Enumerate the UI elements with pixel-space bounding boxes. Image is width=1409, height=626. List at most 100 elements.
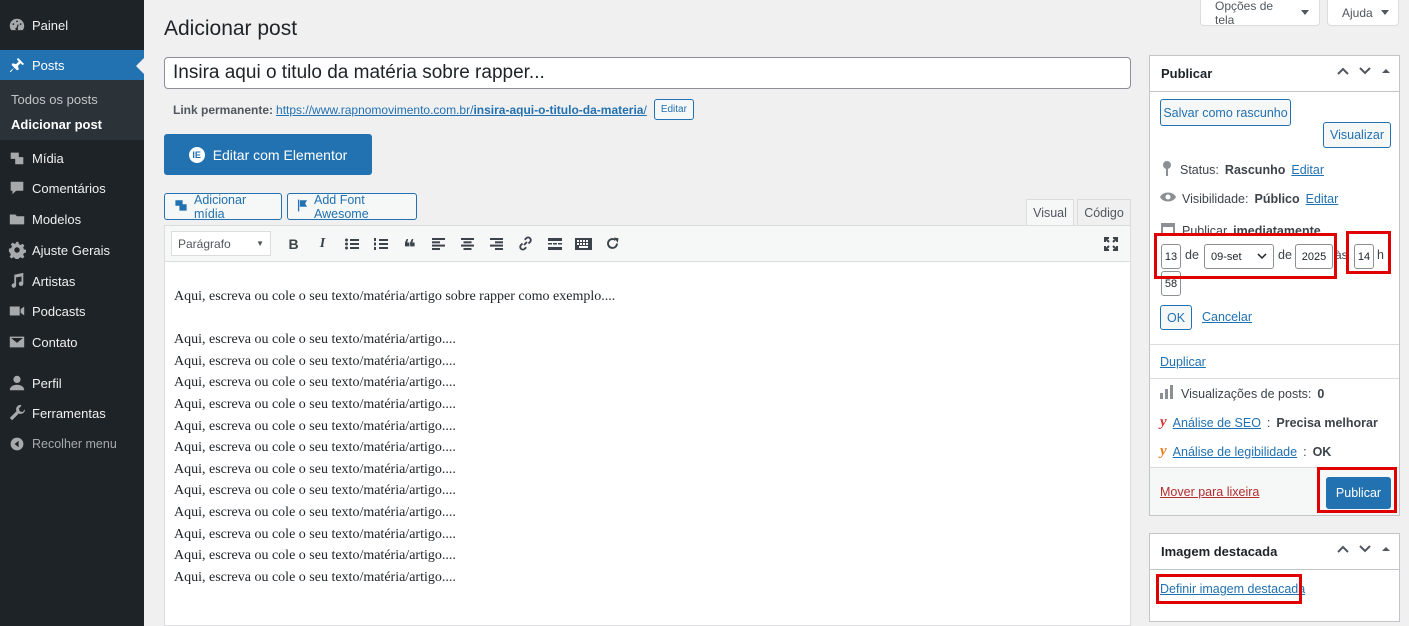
menu-ferramentas[interactable]: Ferramentas (0, 398, 144, 428)
cancel-row: Cancelar (1202, 310, 1252, 324)
year-input[interactable]: 2025 (1295, 244, 1333, 269)
read-more-button[interactable] (540, 231, 569, 257)
content-line: Aqui, escreva ou cole o seu texto/matéri… (174, 504, 456, 520)
menu-comentarios[interactable]: Comentários (0, 173, 144, 203)
content-line: Aqui, escreva ou cole o seu texto/matéri… (174, 483, 456, 499)
cancel-link[interactable]: Cancelar (1202, 310, 1252, 324)
menu-midia[interactable]: Mídia (0, 143, 144, 173)
blockquote-button[interactable]: ❝ (395, 231, 424, 260)
bullet-list-button[interactable] (337, 231, 366, 257)
comment-icon (7, 178, 27, 198)
divider (1150, 378, 1399, 379)
edit-slug-button[interactable]: Editar (653, 99, 694, 120)
permalink-slug: insira-aqui-o-titulo-da-materia (473, 102, 644, 117)
edit-status-link[interactable]: Editar (1291, 163, 1324, 177)
de-label-1: de (1185, 248, 1199, 262)
submenu-all-posts[interactable]: Todos os posts (11, 92, 98, 107)
menu-modelos[interactable]: Modelos (0, 204, 144, 234)
align-center-icon (461, 237, 474, 250)
add-media-button[interactable]: Adicionar mídia (164, 193, 282, 221)
italic-button[interactable]: I (308, 231, 337, 257)
menu-perfil[interactable]: Perfil (0, 368, 144, 398)
align-left-button[interactable] (424, 231, 453, 257)
help-label: Ajuda (1342, 5, 1373, 20)
permalink-base: https://www.rapnomovimento.com.br/ (276, 102, 474, 117)
preview-button[interactable]: Visualizar (1323, 122, 1391, 148)
chevron-down-icon[interactable] (1359, 66, 1371, 79)
menu-label: Posts (32, 57, 65, 73)
dropdown-icon: ▼ (256, 239, 264, 248)
pin-icon (1160, 160, 1174, 179)
toggle-arrow-icon[interactable] (1381, 66, 1391, 79)
edit-visibility-link[interactable]: Editar (1306, 192, 1339, 206)
divider (1150, 344, 1399, 345)
month-select[interactable]: 09-set (1204, 244, 1274, 269)
hour-input[interactable]: 14 (1354, 244, 1374, 269)
readability-value: OK (1312, 444, 1332, 459)
tab-visual[interactable]: Visual (1026, 199, 1074, 226)
menu-ajuste-gerais[interactable]: Ajuste Gerais (0, 235, 144, 265)
insert-link-button[interactable] (511, 231, 540, 257)
permalink-link[interactable]: https://www.rapnomovimento.com.br/insira… (276, 103, 647, 117)
readability-link[interactable]: Análise de legibilidade (1173, 445, 1297, 459)
menu-artistas[interactable]: Artistas (0, 266, 144, 296)
menu-painel[interactable]: Painel (0, 10, 144, 40)
menu-label: Comentários (32, 180, 106, 196)
readability-row: y Análise de legibilidade: OK (1160, 443, 1332, 459)
italic-icon: I (319, 235, 326, 251)
views-label: Visualizações de posts: (1181, 386, 1312, 401)
help-button[interactable]: Ajuda (1327, 0, 1399, 26)
numbered-list-button[interactable] (366, 231, 395, 257)
post-title-input[interactable]: Insira aqui o titulo da matéria sobre ra… (164, 57, 1131, 89)
editor-content[interactable]: Aqui, escreva ou cole o seu texto/matéri… (174, 286, 615, 588)
bold-icon: B (288, 235, 299, 252)
add-font-awesome-button[interactable]: Add Font Awesome (287, 193, 417, 221)
music-icon (7, 271, 27, 291)
edit-with-elementor-button[interactable]: IE Editar com Elementor (164, 134, 372, 175)
chevron-up-icon[interactable] (1337, 544, 1349, 557)
align-right-button[interactable] (482, 231, 511, 257)
submenu-add-post[interactable]: Adicionar post (11, 117, 102, 132)
minute-input[interactable]: 58 (1161, 271, 1181, 296)
numbered-list-icon (373, 237, 388, 250)
fullscreen-button[interactable] (1096, 231, 1125, 257)
day-input[interactable]: 13 (1161, 244, 1181, 269)
fullscreen-icon (1103, 236, 1118, 251)
seo-analysis-link[interactable]: Análise de SEO (1173, 416, 1261, 430)
content-line: Aqui, escreva ou cole o seu texto/matéri… (174, 440, 456, 456)
featured-header: Imagem destacada (1150, 534, 1399, 570)
at-label: às (1335, 248, 1348, 262)
ok-button[interactable]: OK (1160, 305, 1192, 330)
toggle-arrow-icon[interactable] (1381, 544, 1391, 557)
set-featured-image-link[interactable]: Definir imagem destacada (1160, 582, 1305, 596)
chevron-up-icon[interactable] (1337, 66, 1349, 79)
align-right-icon (490, 237, 503, 250)
format-select[interactable]: Parágrafo ▼ (171, 231, 271, 256)
bold-button[interactable]: B (279, 231, 308, 257)
collapse-menu[interactable]: Recolher menu (0, 429, 144, 459)
content-line: Aqui, escreva ou cole o seu texto/matéri… (174, 548, 456, 564)
schedule-label: Publicar (1182, 223, 1228, 238)
move-to-trash-link[interactable]: Mover para lixeira (1160, 485, 1259, 499)
quote-icon: ❝ (403, 234, 416, 260)
chevron-down-icon[interactable] (1359, 544, 1371, 557)
align-left-icon (432, 237, 445, 250)
refresh-button[interactable] (598, 231, 627, 257)
seo-row: y Análise de SEO: Precisa melhorar (1160, 414, 1378, 430)
duplicate-link[interactable]: Duplicar (1160, 355, 1206, 369)
visibility-label: Visibilidade: (1182, 191, 1249, 206)
publish-button[interactable]: Publicar (1326, 477, 1391, 509)
align-center-button[interactable] (453, 231, 482, 257)
status-value: Rascunho (1224, 162, 1286, 177)
permalink-slash: / (643, 102, 647, 117)
elementor-icon: IE (188, 146, 205, 163)
status-label: Status: (1180, 162, 1219, 177)
menu-posts[interactable]: Posts (0, 50, 144, 80)
menu-podcasts[interactable]: Podcasts (0, 296, 144, 326)
post-title-value: Insira aqui o titulo da matéria sobre ra… (173, 62, 545, 83)
screen-options-button[interactable]: Opções de tela (1200, 0, 1320, 27)
toolbar-toggle-button[interactable] (569, 231, 598, 257)
save-draft-button[interactable]: Salvar como rascunho (1160, 99, 1291, 126)
menu-contato[interactable]: Contato (0, 327, 144, 357)
tab-codigo[interactable]: Código (1077, 199, 1131, 226)
